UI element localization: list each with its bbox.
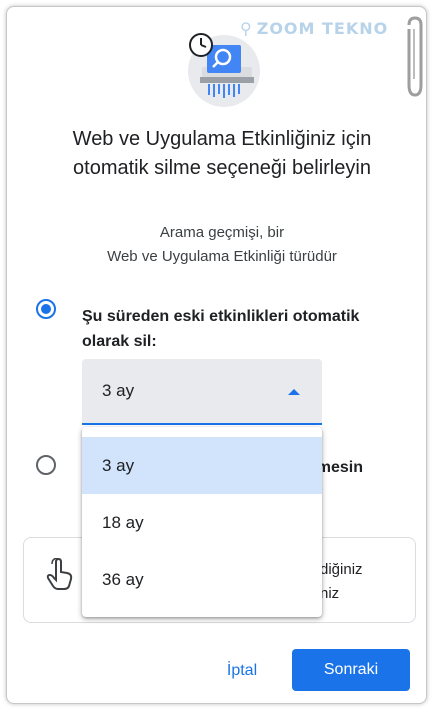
subtitle-line-1: Arama geçmişi, bir bbox=[159, 224, 285, 241]
auto-delete-period-select[interactable]: 3 ay bbox=[82, 359, 322, 425]
dialog-frame: ⚲ ZOOM TEKNO Web ve Uygulama Etkinliğiniz… bbox=[6, 6, 427, 704]
select-value: 3 ay bbox=[102, 381, 135, 400]
card-text-line-2: niz bbox=[320, 585, 340, 602]
touch-hand-icon bbox=[46, 558, 73, 590]
auto-delete-label: Şu süreden eski etkinlikleri otomatik ol… bbox=[82, 308, 360, 350]
menu-item-3-months[interactable]: 3 ay bbox=[82, 437, 322, 494]
paperclip-icon bbox=[407, 16, 423, 97]
chevron-up-icon bbox=[288, 389, 300, 395]
menu-item-36-months[interactable]: 36 ay bbox=[82, 551, 322, 608]
card-text-line-1: diğiniz bbox=[320, 561, 363, 578]
dialog-title: Web ve Uygulama Etkinliğiniz için otomat… bbox=[72, 128, 372, 179]
watermark: ⚲ ZOOM TEKNO bbox=[240, 19, 388, 38]
watermark-text: ZOOM TEKNO bbox=[256, 19, 389, 38]
menu-item-18-months[interactable]: 18 ay bbox=[82, 494, 322, 551]
cancel-button[interactable]: İptal bbox=[210, 652, 274, 688]
period-dropdown-menu: 3 ay 18 ay 36 ay bbox=[82, 427, 322, 617]
clock-shredder-illustration bbox=[188, 33, 260, 107]
subtitle-line-2: Web ve Uygulama Etkinliği türüdür bbox=[107, 248, 337, 265]
next-button[interactable]: Sonraki bbox=[292, 649, 410, 691]
card-text: diğiniz niz bbox=[320, 558, 363, 606]
magnifier-icon: ⚲ bbox=[240, 19, 253, 38]
auto-delete-radio[interactable] bbox=[36, 299, 56, 319]
do-not-delete-radio[interactable] bbox=[36, 455, 56, 475]
dialog-subtitle: Arama geçmişi, bir Web ve Uygulama Etkin… bbox=[47, 221, 397, 269]
